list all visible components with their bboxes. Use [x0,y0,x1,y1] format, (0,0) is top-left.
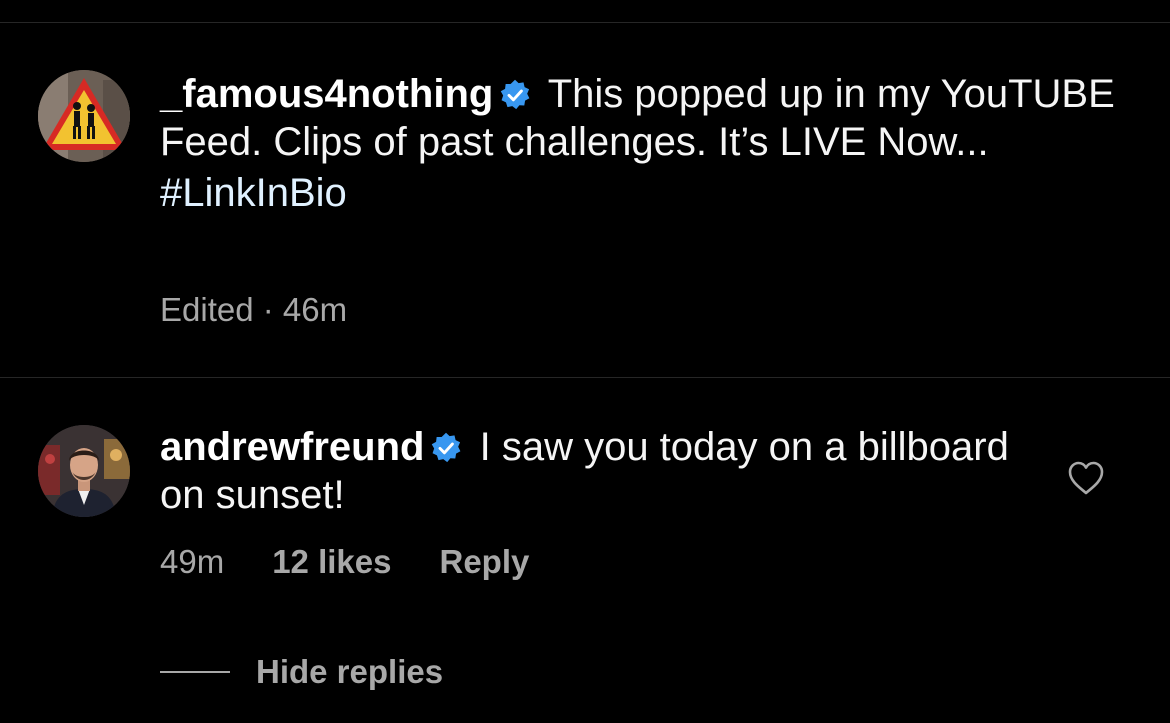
section-divider [0,377,1170,378]
pedestrian-warning-sign-icon [38,70,130,162]
verified-badge-icon [432,432,461,463]
reply-likes-count[interactable]: 12 likes [272,543,391,580]
like-button[interactable] [1067,460,1105,496]
caption-meta: Edited · 46m [160,291,348,328]
caption-body: _famous4nothing This popped up in my You… [160,70,1140,217]
top-divider [0,22,1170,23]
heart-outline-icon [1068,461,1104,495]
reply-body: andrewfreund I saw you today on a billbo… [160,423,1040,519]
caption-hashtag-link[interactable]: #LinkInBio [160,169,1140,217]
caption-username[interactable]: _famous4nothing [160,72,493,116]
reply-username[interactable]: andrewfreund [160,425,424,469]
hide-replies-line [160,671,230,673]
reply-button[interactable]: Reply [439,543,529,580]
reply-avatar[interactable] [38,425,130,517]
verified-badge-icon [501,79,530,110]
caption-avatar[interactable] [38,70,130,162]
hide-replies-button[interactable]: Hide replies [160,652,443,692]
hide-replies-label: Hide replies [256,653,444,690]
reply-time: 49m [160,543,225,580]
man-in-suit-avatar-icon [38,425,130,517]
reply-meta: 49m 12 likes Reply [160,543,577,581]
